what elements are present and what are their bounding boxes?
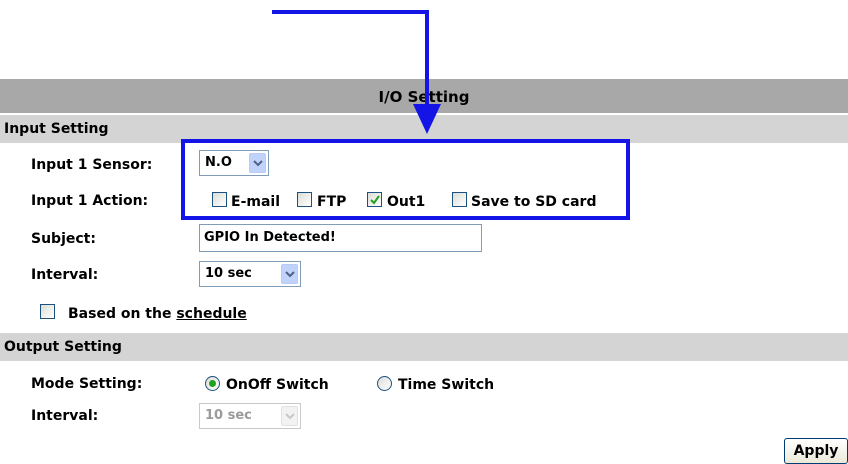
chevron-down-icon[interactable] (281, 264, 298, 284)
annotation-arrow-icon (272, 10, 441, 134)
input-interval-select[interactable]: 10 sec (199, 261, 301, 287)
subject-label: Subject: (31, 231, 96, 247)
subject-input[interactable]: GPIO In Detected! (199, 224, 482, 252)
schedule-label-text: Based on the (68, 306, 172, 322)
apply-button[interactable]: Apply (784, 438, 848, 464)
input-sensor-label: Input 1 Sensor: (31, 157, 153, 173)
schedule-label: Based on the schedule (68, 306, 247, 322)
onoff-switch-label: OnOff Switch (226, 377, 329, 393)
input-interval-value: 10 sec (205, 266, 252, 281)
chevron-down-icon (281, 406, 298, 426)
schedule-checkbox[interactable] (40, 304, 55, 319)
output-setting-section-bar (0, 333, 848, 361)
highlight-box (181, 139, 630, 220)
output-setting-heading: Output Setting (4, 339, 122, 355)
schedule-link[interactable]: schedule (176, 306, 246, 322)
input-action-label: Input 1 Action: (31, 193, 149, 209)
output-interval-label: Interval: (31, 408, 99, 424)
onoff-switch-radio[interactable] (205, 376, 220, 391)
output-interval-value: 10 sec (205, 408, 252, 423)
time-switch-label: Time Switch (398, 377, 495, 393)
time-switch-radio[interactable] (377, 376, 392, 391)
input-interval-label: Interval: (31, 267, 99, 283)
output-interval-select: 10 sec (199, 403, 301, 429)
subject-value: GPIO In Detected! (204, 230, 336, 245)
mode-setting-label: Mode Setting: (31, 376, 143, 392)
